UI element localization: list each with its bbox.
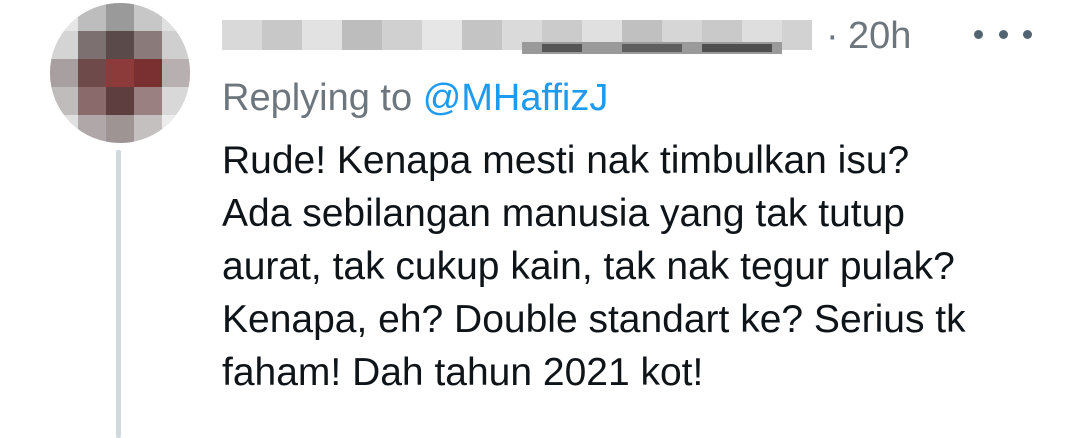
blurred-display-name[interactable]	[222, 14, 812, 58]
more-horizontal-icon[interactable]	[974, 12, 1032, 56]
replying-prefix: Replying to	[222, 77, 413, 119]
more-dot	[974, 29, 983, 39]
avatar[interactable]	[50, 3, 190, 143]
tweet-text-line: aurat, tak cukup kain, tak nak tegur pul…	[222, 245, 955, 288]
replying-to: Replying to @MHaffizJ	[222, 76, 608, 120]
replying-handle-link[interactable]: @MHaffizJ	[423, 77, 609, 119]
tweet-text-line: faham! Dah tahun 2021 kot!	[222, 351, 704, 394]
reply-tweet[interactable]: · 20h Replying to @MHaffizJ Rude! Kenapa…	[0, 0, 1080, 438]
separator-dot: ·	[826, 15, 839, 57]
more-dot	[1023, 29, 1032, 39]
tweet-text-line: Kenapa, eh? Double standart ke? Serius t…	[222, 298, 966, 341]
tweet-text-line: Ada sebilangan manusia yang tak tutup	[222, 192, 905, 235]
tweet-header: · 20h	[222, 6, 1032, 68]
tweet-text: Rude! Kenapa mesti nak timbulkan isu? Ad…	[222, 134, 1042, 399]
tweet-text-line: Rude! Kenapa mesti nak timbulkan isu?	[222, 139, 910, 182]
thread-line	[116, 150, 121, 438]
timestamp[interactable]: 20h	[848, 14, 911, 58]
more-dot	[998, 29, 1008, 39]
